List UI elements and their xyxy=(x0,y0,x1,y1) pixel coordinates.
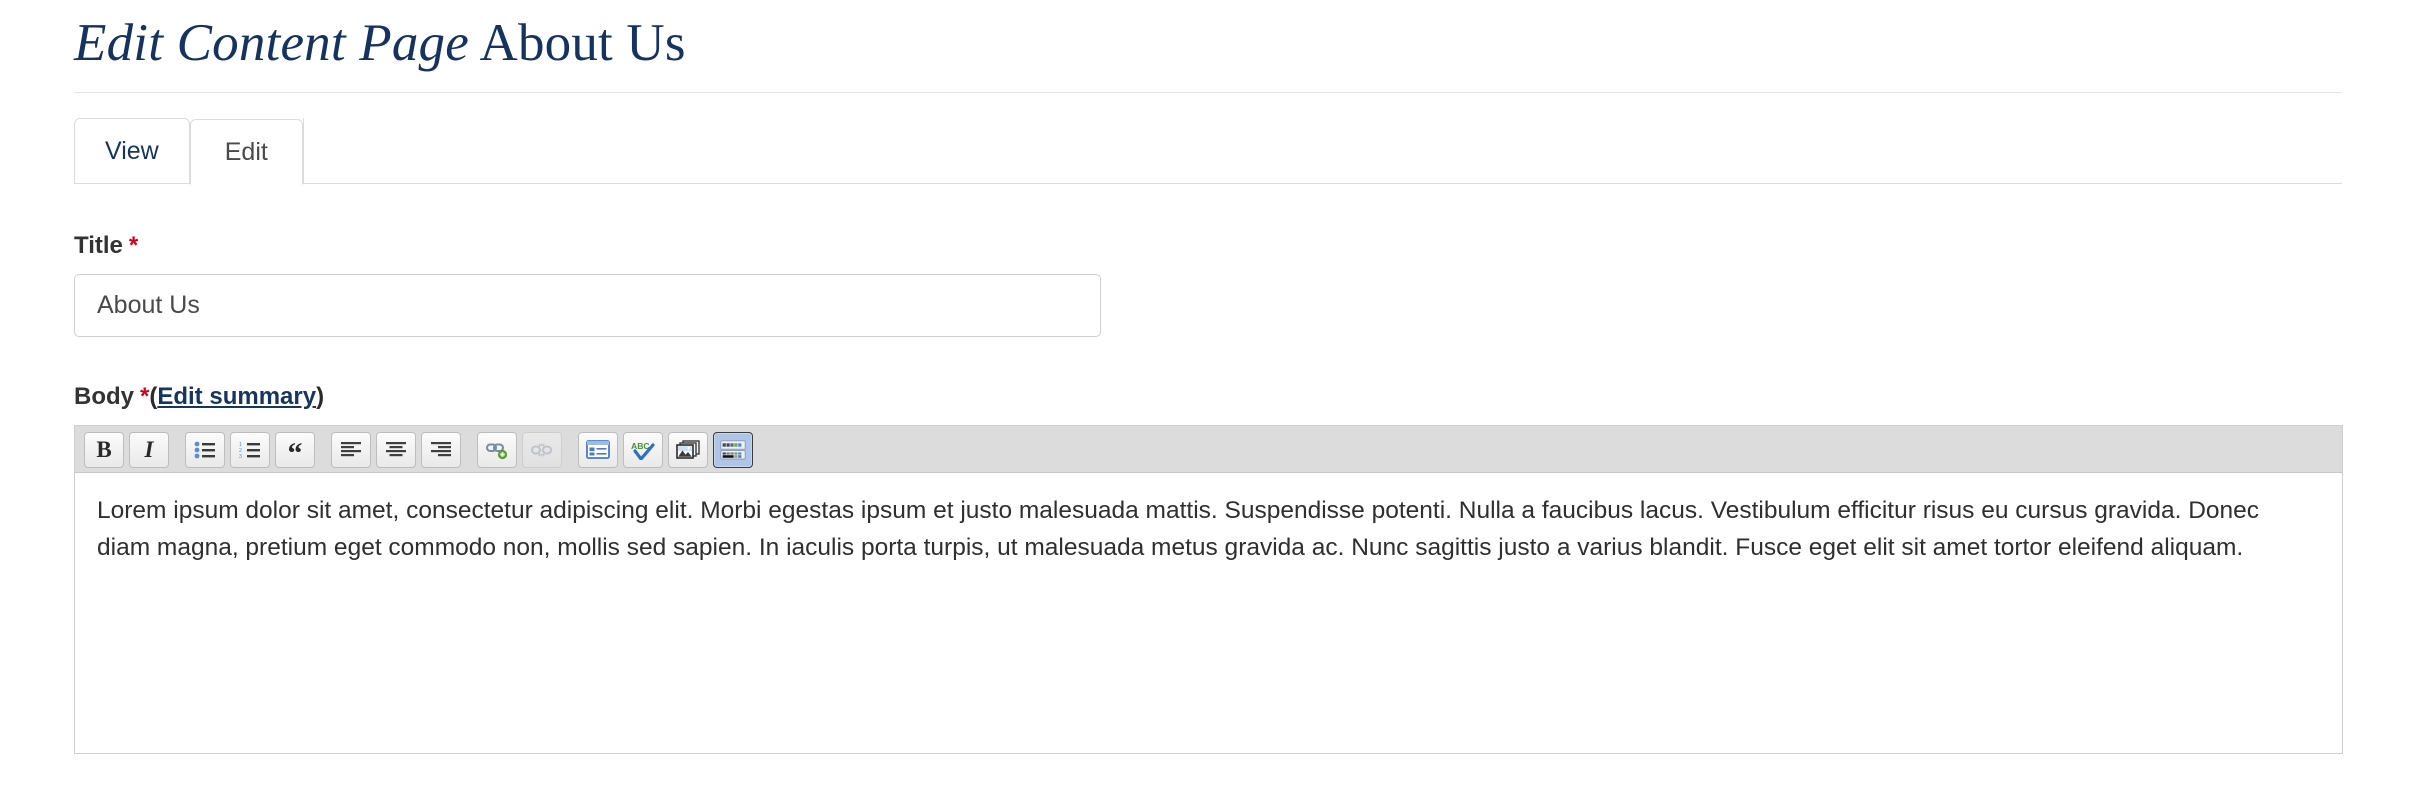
bulleted-list-button[interactable] xyxy=(185,431,225,468)
content-edit-form: Title* Body*(Edit summary) B I xyxy=(74,184,2343,754)
tab-bar-underline xyxy=(74,183,2342,184)
italic-button[interactable]: I xyxy=(129,431,169,468)
align-right-button[interactable] xyxy=(421,431,461,468)
bold-button[interactable]: B xyxy=(84,431,124,468)
title-label-text: Title xyxy=(74,232,123,259)
edit-summary-link[interactable]: Edit summary xyxy=(157,383,316,410)
spell-check-button[interactable]: ABC xyxy=(623,431,663,468)
align-left-button[interactable] xyxy=(331,431,371,468)
toolbar-group-text-style: B I xyxy=(84,431,174,468)
show-blocks-button[interactable] xyxy=(713,431,753,468)
align-center-icon xyxy=(386,441,406,456)
blockquote-icon: “ xyxy=(287,436,303,470)
body-paren-close: ) xyxy=(316,383,325,410)
numbered-list-icon: 1 2 3 xyxy=(239,442,260,459)
editor-toolbar: B I 1 2 3 “ ABC xyxy=(75,426,2342,473)
bold-icon: B xyxy=(96,436,112,462)
image-icon xyxy=(676,439,700,459)
title-field-label: Title * xyxy=(74,232,2342,260)
align-center-button[interactable] xyxy=(376,431,416,468)
page-title-plain: About Us xyxy=(468,14,686,72)
unlink-button[interactable] xyxy=(522,431,562,468)
body-paragraph: Lorem ipsum dolor sit amet, consectetur … xyxy=(97,497,2260,561)
tab-bar: View Edit xyxy=(74,118,2342,185)
title-required-asterisk: * xyxy=(128,232,139,259)
svg-text:ABC: ABC xyxy=(631,441,650,451)
toolbar-group-insert: ABC xyxy=(578,431,758,468)
insert-template-button[interactable] xyxy=(578,431,618,468)
insert-image-button[interactable] xyxy=(668,431,708,468)
edit-content-page: Edit Content Page About Us View Edit Tit… xyxy=(0,0,2416,808)
body-required-asterisk: * xyxy=(140,383,150,410)
body-editable-area[interactable]: Lorem ipsum dolor sit amet, consectetur … xyxy=(75,473,2342,753)
tab-bar-filler xyxy=(302,118,2342,184)
align-right-icon xyxy=(431,441,451,456)
title-input[interactable] xyxy=(74,274,1101,337)
toolbar-group-alignment xyxy=(331,431,466,468)
body-label-text: Body xyxy=(74,383,134,410)
italic-icon: I xyxy=(144,436,154,462)
tab-edit[interactable]: Edit xyxy=(189,119,303,185)
tab-edit-label: Edit xyxy=(224,137,268,166)
spellcheck-abc-icon: ABC xyxy=(631,441,655,460)
bulleted-list-icon xyxy=(194,441,215,458)
template-icon xyxy=(586,440,610,459)
link-add-icon xyxy=(485,442,508,459)
page-title-emphasis: Edit Content Page xyxy=(74,14,469,72)
insert-link-button[interactable] xyxy=(477,431,517,468)
align-left-icon xyxy=(341,441,361,456)
svg-text:3: 3 xyxy=(239,454,242,459)
color-grid-icon xyxy=(720,439,746,459)
unlink-icon xyxy=(530,443,553,456)
blockquote-button[interactable]: “ xyxy=(275,431,315,470)
page-title: Edit Content Page About Us xyxy=(74,0,2342,93)
tab-view-label: View xyxy=(105,136,159,165)
tab-view[interactable]: View xyxy=(74,118,190,184)
toolbar-group-links xyxy=(477,431,567,468)
toolbar-group-lists: 1 2 3 “ xyxy=(185,431,320,470)
numbered-list-button[interactable]: 1 2 3 xyxy=(230,431,270,468)
body-rich-text-editor: B I 1 2 3 “ ABC Lorem ipsum dolor sit am… xyxy=(74,425,2343,754)
body-field-label: Body *(Edit summary) xyxy=(74,383,2342,411)
